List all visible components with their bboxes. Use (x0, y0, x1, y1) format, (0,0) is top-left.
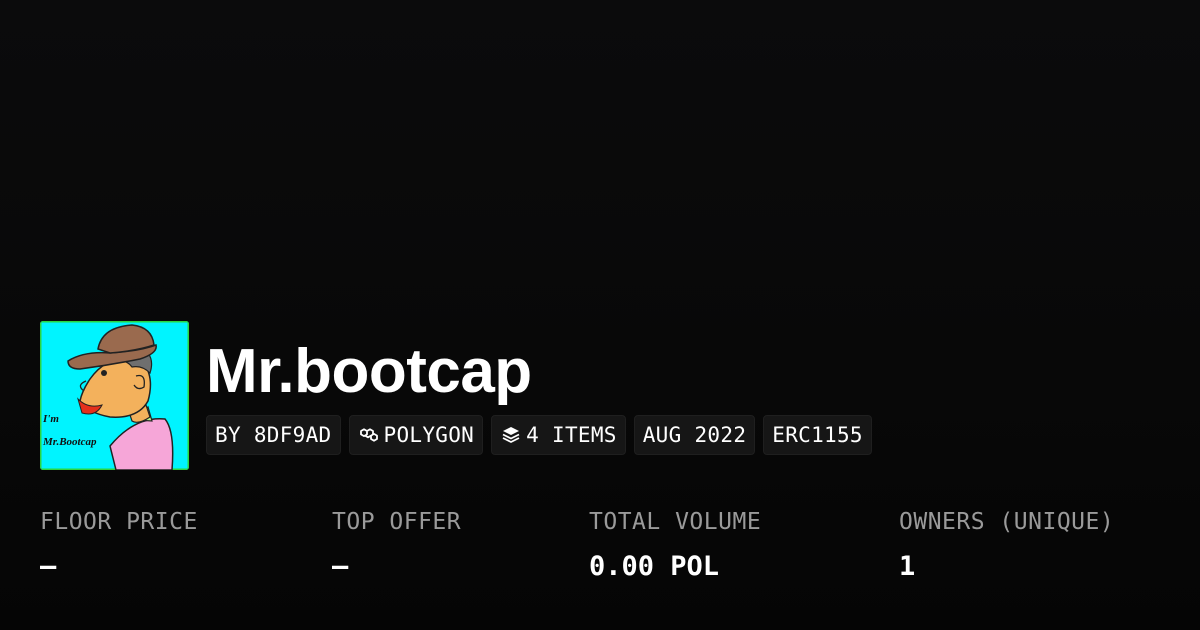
chain-tag[interactable]: POLYGON (348, 415, 484, 455)
owners-value: 1 (899, 551, 916, 582)
standard-tag: ERC1155 (763, 415, 872, 455)
stat-total-volume: TOTAL VOLUME 0.00 POL (589, 503, 761, 593)
total-volume-label: TOTAL VOLUME (589, 509, 762, 535)
items-tag[interactable]: 4 ITEMS (491, 415, 626, 455)
collection-avatar[interactable]: I'm Mr.Bootcap (40, 321, 189, 470)
collection-card: I'm Mr.Bootcap Mr.bootcap BY 8DF9AD POLY… (0, 0, 1200, 630)
collection-title: Mr.bootcap (206, 337, 532, 406)
collection-tags: BY 8DF9AD POLYGON 4 ITEMS AUG 2022 ERC11… (206, 415, 872, 455)
top-offer-value: – (332, 551, 349, 582)
date-label: AUG 2022 (642, 423, 747, 447)
mr-bootcap-avatar-image: I'm Mr.Bootcap (40, 321, 189, 470)
floor-price-label: FLOOR PRICE (40, 509, 198, 535)
floor-price-value: – (40, 551, 57, 582)
owners-label: OWNERS (UNIQUE) (899, 509, 1115, 535)
polygon-chain-icon (358, 424, 380, 446)
standard-label: ERC1155 (772, 423, 863, 447)
total-volume-value: 0.00 POL (589, 551, 720, 582)
stat-owners: OWNERS (UNIQUE) 1 (899, 503, 1114, 593)
avatar-label-line1: I'm (42, 413, 59, 425)
layers-icon (500, 424, 522, 446)
items-label: 4 ITEMS (526, 423, 617, 447)
stat-top-offer: TOP OFFER – (332, 503, 461, 593)
chain-label: POLYGON (383, 423, 475, 447)
top-offer-label: TOP OFFER (332, 509, 462, 535)
creator-label: BY 8DF9AD (215, 423, 332, 447)
stat-floor-price: FLOOR PRICE – (40, 503, 198, 593)
avatar-label-line2: Mr.Bootcap (42, 436, 97, 448)
creator-tag[interactable]: BY 8DF9AD (206, 415, 341, 455)
date-tag: AUG 2022 (633, 415, 756, 455)
